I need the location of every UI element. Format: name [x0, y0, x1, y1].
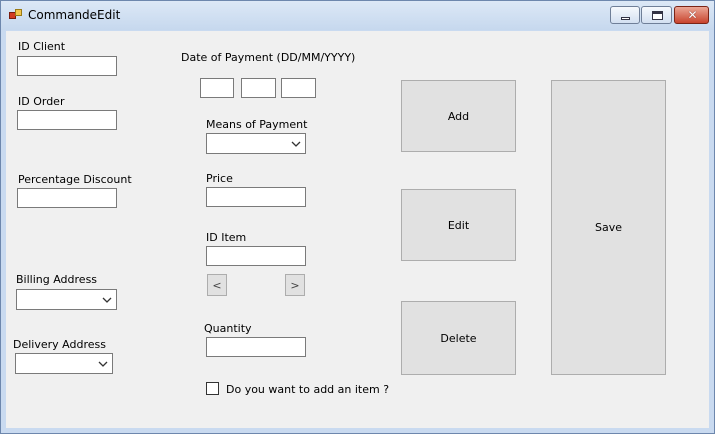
- form-body: ID Client ID Order Percentage Discount B…: [6, 31, 709, 428]
- add-button[interactable]: Add: [401, 80, 516, 152]
- percentage-discount-input[interactable]: [17, 188, 117, 208]
- means-of-payment-label: Means of Payment: [206, 118, 308, 131]
- save-button[interactable]: Save: [551, 80, 666, 375]
- billing-address-label: Billing Address: [16, 273, 98, 286]
- chevron-down-icon: [102, 297, 112, 303]
- date-year-input[interactable]: [281, 78, 316, 98]
- close-button[interactable]: ✕: [674, 6, 709, 24]
- quantity-input[interactable]: [206, 337, 306, 357]
- quantity-label: Quantity: [204, 322, 252, 335]
- previous-item-button[interactable]: <: [207, 274, 227, 296]
- id-order-label: ID Order: [18, 95, 65, 108]
- next-item-button[interactable]: >: [285, 274, 305, 296]
- edit-button[interactable]: Edit: [401, 189, 516, 261]
- title-bar[interactable]: CommandeEdit ✕: [1, 1, 714, 30]
- chevron-down-icon: [291, 141, 301, 147]
- window-title: CommandeEdit: [28, 8, 121, 22]
- price-label: Price: [206, 172, 233, 185]
- close-icon: ✕: [687, 8, 698, 22]
- means-of-payment-select[interactable]: [206, 133, 306, 154]
- percentage-discount-label: Percentage Discount: [18, 173, 132, 186]
- delete-button[interactable]: Delete: [401, 301, 516, 375]
- add-item-checkbox-label: Do you want to add an item ?: [226, 383, 390, 396]
- id-client-input[interactable]: [17, 56, 117, 76]
- price-input[interactable]: [206, 187, 306, 207]
- id-client-label: ID Client: [18, 40, 66, 53]
- window: CommandeEdit ✕ ID Client ID Order Percen…: [0, 0, 715, 434]
- minimize-icon: [621, 17, 630, 20]
- id-item-label: ID Item: [206, 231, 247, 244]
- id-order-input[interactable]: [17, 110, 117, 130]
- add-item-checkbox[interactable]: [206, 382, 219, 395]
- minimize-button[interactable]: [610, 6, 640, 24]
- maximize-icon: [652, 11, 663, 20]
- delivery-address-label: Delivery Address: [13, 338, 106, 351]
- maximize-button[interactable]: [641, 6, 672, 24]
- date-month-input[interactable]: [241, 78, 276, 98]
- date-day-input[interactable]: [200, 78, 234, 98]
- id-item-input[interactable]: [206, 246, 306, 266]
- delivery-address-select[interactable]: [15, 353, 113, 374]
- app-icon: [9, 9, 23, 21]
- chevron-down-icon: [98, 361, 108, 367]
- date-of-payment-label: Date of Payment (DD/MM/YYYY): [181, 51, 356, 64]
- billing-address-select[interactable]: [16, 289, 117, 310]
